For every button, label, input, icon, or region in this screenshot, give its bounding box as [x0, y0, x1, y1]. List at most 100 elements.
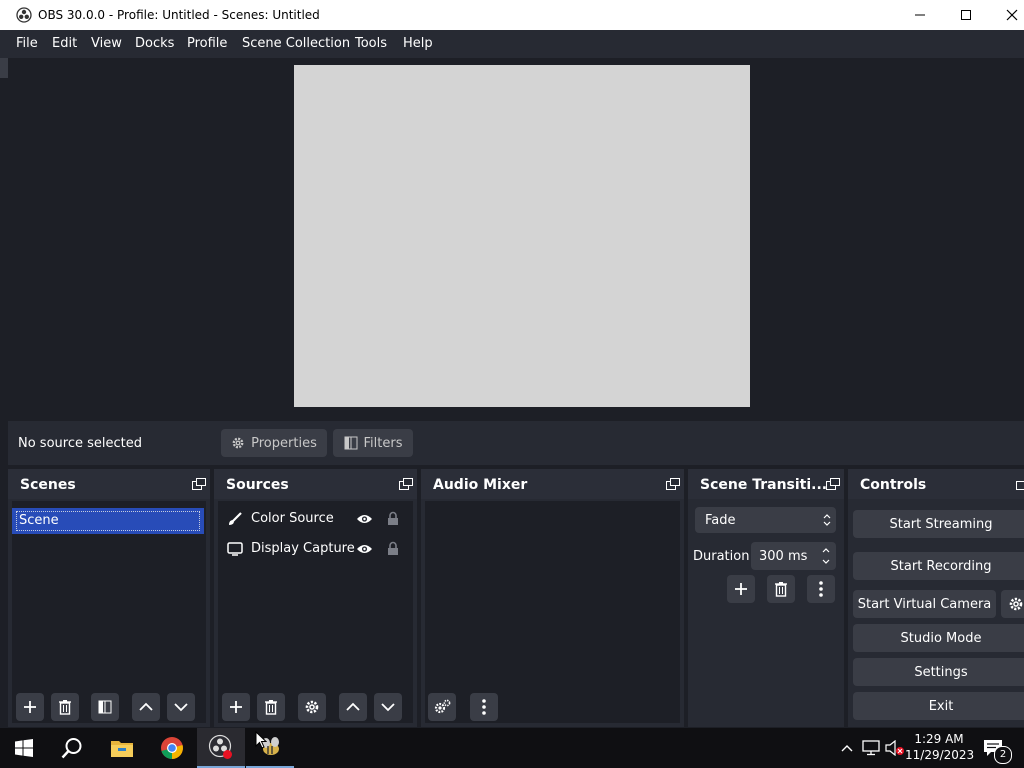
undock-icon[interactable] — [399, 478, 413, 490]
eye-icon[interactable] — [356, 543, 373, 555]
source-move-down-button[interactable] — [374, 693, 402, 721]
undock-icon[interactable] — [1016, 478, 1024, 490]
settings-label: Settings — [914, 664, 968, 680]
remove-scene-button[interactable] — [51, 693, 79, 721]
gears-icon — [434, 699, 451, 714]
source-item-display-capture[interactable]: Display Capture — [224, 536, 410, 562]
gear-icon — [1009, 597, 1023, 611]
exit-button[interactable]: Exit — [853, 692, 1024, 720]
plus-icon — [24, 701, 36, 713]
scenes-dock-header: Scenes — [8, 469, 210, 499]
more-vertical-icon — [819, 581, 823, 597]
clock-time: 1:29 AM — [914, 732, 964, 746]
chrome-button[interactable] — [148, 728, 196, 768]
scene-transitions-header: Scene Transiti... — [688, 469, 844, 499]
start-recording-button[interactable]: Start Recording — [853, 552, 1024, 580]
advanced-audio-button[interactable] — [428, 693, 456, 721]
volume-button[interactable] — [884, 728, 906, 768]
audio-menu-button[interactable] — [470, 693, 498, 721]
menu-view[interactable]: View — [91, 36, 122, 51]
file-explorer-button[interactable] — [98, 728, 146, 768]
scene-filters-button[interactable] — [91, 693, 119, 721]
obs-icon — [208, 734, 232, 759]
notifications-button[interactable]: 2 — [978, 728, 1012, 768]
title-bar: OBS 30.0.0 - Profile: Untitled - Scenes:… — [0, 0, 1024, 30]
controls-header: Controls — [848, 469, 1024, 499]
start-streaming-label: Start Streaming — [889, 516, 993, 532]
menu-edit[interactable]: Edit — [52, 36, 77, 51]
duration-label: Duration — [693, 549, 750, 564]
window-title: OBS 30.0.0 - Profile: Untitled - Scenes:… — [38, 8, 320, 22]
search-button[interactable] — [48, 728, 96, 768]
scene-move-up-button[interactable] — [132, 693, 160, 721]
undock-icon[interactable] — [666, 478, 680, 490]
close-button[interactable] — [989, 0, 1024, 30]
scene-transitions-title: Scene Transiti... — [700, 477, 828, 493]
minimize-icon — [915, 14, 925, 16]
obs-logo-icon — [16, 7, 32, 23]
eye-icon[interactable] — [356, 513, 373, 525]
sources-list — [218, 501, 413, 723]
chrome-icon — [161, 737, 183, 759]
filters-button[interactable]: Filters — [333, 429, 413, 457]
chevron-up-icon — [346, 702, 360, 711]
undock-icon[interactable] — [826, 478, 840, 490]
transition-menu-button[interactable] — [807, 575, 835, 603]
scene-list-item[interactable]: Scene — [12, 508, 204, 534]
lock-icon[interactable] — [387, 541, 399, 556]
source-toolbar: No source selected Properties Filters — [8, 421, 1024, 465]
lock-icon[interactable] — [387, 511, 399, 526]
tray-overflow-button[interactable] — [838, 728, 856, 768]
audio-mixer-title: Audio Mixer — [433, 477, 528, 493]
minimize-button[interactable] — [897, 0, 943, 30]
undock-icon[interactable] — [192, 478, 206, 490]
menu-file[interactable]: File — [16, 36, 38, 51]
transition-select-value: Fade — [705, 513, 736, 528]
remove-transition-button[interactable] — [767, 575, 795, 603]
properties-button[interactable]: Properties — [221, 429, 327, 457]
source-properties-button[interactable] — [298, 693, 326, 721]
app-taskbar-button[interactable] — [246, 728, 294, 768]
start-streaming-button[interactable]: Start Streaming — [853, 510, 1024, 538]
left-edge-strip — [0, 58, 8, 78]
gear-icon — [232, 437, 244, 449]
maximize-button[interactable] — [943, 0, 989, 30]
source-item-label: Display Capture — [251, 541, 355, 556]
start-recording-label: Start Recording — [890, 558, 992, 574]
duration-spinbox[interactable]: 300 ms — [751, 542, 836, 570]
sources-dock-title: Sources — [226, 477, 289, 493]
settings-button[interactable]: Settings — [853, 658, 1024, 686]
menu-help[interactable]: Help — [403, 36, 433, 51]
audio-mixer-dock: Audio Mixer — [421, 469, 684, 727]
controls-title: Controls — [860, 477, 927, 493]
menu-docks[interactable]: Docks — [135, 36, 174, 51]
trash-icon — [265, 700, 277, 715]
source-item-color-source[interactable]: Color Source — [224, 506, 410, 532]
duration-value: 300 ms — [759, 549, 808, 564]
filter-icon — [344, 436, 358, 450]
virtual-camera-settings-button[interactable] — [1001, 590, 1024, 618]
start-virtual-camera-button[interactable]: Start Virtual Camera — [853, 590, 996, 618]
studio-mode-button[interactable]: Studio Mode — [853, 624, 1024, 652]
scene-move-down-button[interactable] — [167, 693, 195, 721]
clock[interactable]: 1:29 AM 11/29/2023 — [905, 731, 974, 763]
add-source-button[interactable] — [222, 693, 250, 721]
menu-scene-collection[interactable]: Scene Collection — [242, 36, 350, 51]
scenes-toolbar — [8, 693, 210, 723]
remove-source-button[interactable] — [257, 693, 285, 721]
preview-canvas[interactable] — [294, 65, 750, 407]
updown-arrows-icon[interactable] — [821, 546, 831, 566]
menu-tools[interactable]: Tools — [355, 36, 387, 51]
obs-taskbar-button[interactable] — [197, 728, 245, 768]
menu-bar: File Edit View Docks Profile Scene Colle… — [0, 30, 1024, 58]
add-transition-button[interactable] — [727, 575, 755, 603]
add-scene-button[interactable] — [16, 693, 44, 721]
menu-profile[interactable]: Profile — [187, 36, 227, 51]
scene-list-item-label: Scene — [16, 511, 200, 531]
source-move-up-button[interactable] — [339, 693, 367, 721]
start-button[interactable] — [0, 728, 48, 768]
network-button[interactable] — [861, 728, 881, 768]
sources-toolbar — [214, 693, 417, 723]
speaker-muted-icon — [885, 740, 904, 756]
transition-select[interactable]: Fade — [695, 507, 836, 533]
